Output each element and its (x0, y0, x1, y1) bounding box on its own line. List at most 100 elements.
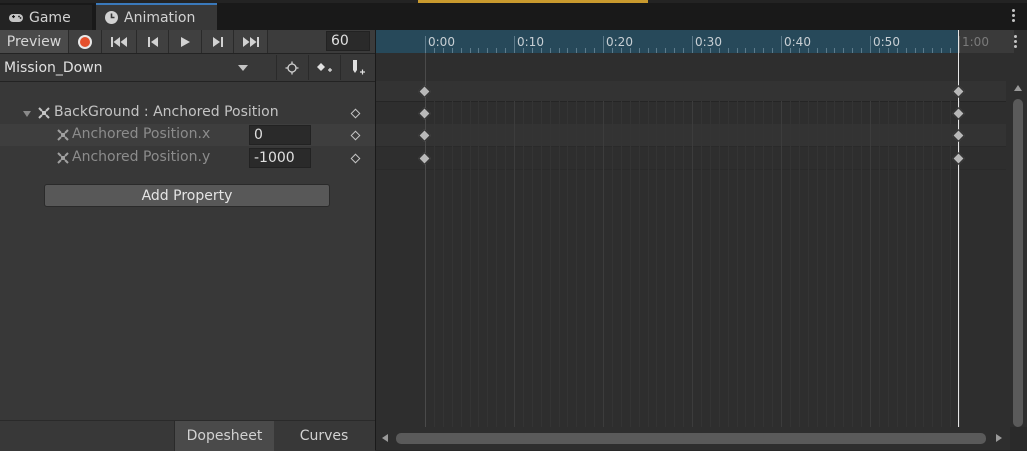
rect-transform-icon (38, 107, 50, 119)
grid-line (905, 101, 907, 427)
window-menu-icon[interactable] (1012, 9, 1015, 24)
play-button[interactable] (169, 30, 202, 53)
previous-keyframe-button[interactable] (137, 30, 169, 53)
grid-line (638, 101, 640, 427)
ruler-minor-tick (576, 48, 578, 53)
tab-game-label: Game (29, 9, 71, 26)
clip-row: Mission_Down (0, 54, 375, 82)
ruler-time-label: 0:30 (695, 35, 722, 49)
ruler-minor-tick (531, 48, 533, 53)
keyframe-row-x[interactable] (376, 124, 1006, 147)
ruler-minor-tick (629, 48, 631, 53)
scroll-right-icon[interactable] (996, 434, 1002, 442)
ruler-minor-tick (611, 48, 613, 53)
property-y-label: Anchored Position.y (72, 149, 211, 165)
property-group-label: BackGround : Anchored Position (54, 104, 279, 120)
ruler-minor-tick (843, 48, 845, 53)
ruler-minor-tick (950, 48, 952, 53)
ruler-minor-tick (923, 48, 925, 53)
filter-by-selection-button[interactable] (276, 55, 307, 80)
property-y-value-field[interactable]: -1000 (249, 148, 311, 168)
ruler-time-label: 0:00 (428, 35, 455, 49)
ruler-major-tick (603, 36, 604, 53)
ruler-minor-tick (665, 48, 667, 53)
last-keyframe-icon (242, 36, 259, 47)
scroll-left-icon[interactable] (382, 434, 388, 442)
add-event-icon (353, 59, 365, 74)
property-row-y[interactable]: Anchored Position.y -1000 (0, 147, 375, 169)
keyframe-diamond-icon[interactable] (350, 108, 361, 119)
add-property-label: Add Property (141, 187, 233, 204)
ruler-minor-tick (522, 48, 524, 53)
next-keyframe-button[interactable] (202, 30, 234, 53)
grid-line (781, 101, 782, 427)
ruler-major-tick (959, 36, 960, 53)
tab-animation-label: Animation (124, 9, 196, 26)
grid-line (700, 101, 702, 427)
tab-curves[interactable]: Curves (274, 421, 374, 451)
ruler-minor-tick (540, 48, 542, 53)
summary-keyframe-row[interactable] (376, 81, 1006, 102)
ruler-time-label: 0:10 (517, 35, 544, 49)
property-group-row[interactable]: BackGround : Anchored Position (0, 102, 375, 124)
record-button[interactable] (69, 30, 102, 53)
ruler-minor-tick (460, 48, 462, 53)
keyframe-row-group[interactable] (376, 102, 1006, 125)
add-property-button[interactable]: Add Property (44, 184, 330, 207)
ruler-minor-tick (558, 48, 560, 53)
ruler-minor-tick (433, 48, 435, 53)
rect-transform-icon (57, 129, 69, 141)
horizontal-scrollbar[interactable] (376, 427, 1010, 450)
grid-line (772, 101, 774, 427)
ruler-minor-tick (941, 48, 943, 53)
grid-line (896, 101, 898, 427)
horizontal-scrollbar-thumb[interactable] (396, 433, 986, 444)
ruler-minor-tick (505, 48, 507, 53)
keyframe-row-y[interactable] (376, 147, 1006, 170)
scene-strip-highlight (418, 0, 648, 3)
keyframe-diamond-icon[interactable] (350, 153, 361, 164)
grid-line (852, 101, 854, 427)
ruler-minor-tick (887, 48, 889, 53)
last-keyframe-button[interactable] (234, 30, 268, 53)
grid-line (594, 101, 596, 427)
preview-button[interactable]: Preview (0, 30, 69, 53)
tab-animation[interactable]: Animation (96, 3, 217, 30)
property-x-value-field[interactable]: 0 (249, 125, 311, 145)
property-row-x[interactable]: Anchored Position.x 0 (0, 124, 375, 146)
grid-line (496, 101, 498, 427)
tab-dopesheet[interactable]: Dopesheet (174, 421, 274, 451)
vertical-scrollbar-thumb[interactable] (1013, 99, 1023, 427)
foldout-arrow-icon[interactable] (22, 109, 32, 119)
add-keyframe-button[interactable] (308, 55, 339, 80)
scroll-up-icon[interactable] (1014, 85, 1022, 91)
play-icon (181, 36, 190, 47)
ruler-minor-tick (834, 48, 836, 53)
ruler-minor-tick (905, 48, 907, 53)
ruler-major-tick (514, 36, 515, 53)
grid-line (754, 101, 756, 427)
vertical-scrollbar[interactable] (1010, 81, 1026, 427)
gamepad-icon (9, 13, 23, 22)
grid-line (674, 101, 676, 427)
window-tab-bar: Game Animation (0, 0, 1027, 30)
ruler-minor-tick (620, 48, 622, 53)
next-keyframe-icon (212, 36, 223, 47)
first-keyframe-button[interactable] (102, 30, 137, 53)
grid-line (941, 101, 943, 427)
keyframe-diamond-icon[interactable] (350, 130, 361, 141)
tab-game[interactable]: Game (0, 5, 92, 30)
ruler-time-label: 0:50 (873, 35, 900, 49)
clip-dropdown[interactable]: Mission_Down (0, 54, 254, 81)
kebab-menu-icon[interactable] (1014, 35, 1017, 50)
ruler-minor-tick (861, 48, 863, 53)
frame-field[interactable]: 60 (326, 31, 370, 51)
clip-name: Mission_Down (4, 59, 103, 76)
grid-line (878, 101, 880, 427)
add-event-button[interactable] (340, 55, 375, 80)
ruler-minor-tick (478, 48, 480, 53)
ruler-major-tick (870, 36, 871, 53)
previous-keyframe-icon (147, 36, 158, 47)
preview-label: Preview (6, 33, 62, 50)
ruler-minor-tick (852, 48, 854, 53)
